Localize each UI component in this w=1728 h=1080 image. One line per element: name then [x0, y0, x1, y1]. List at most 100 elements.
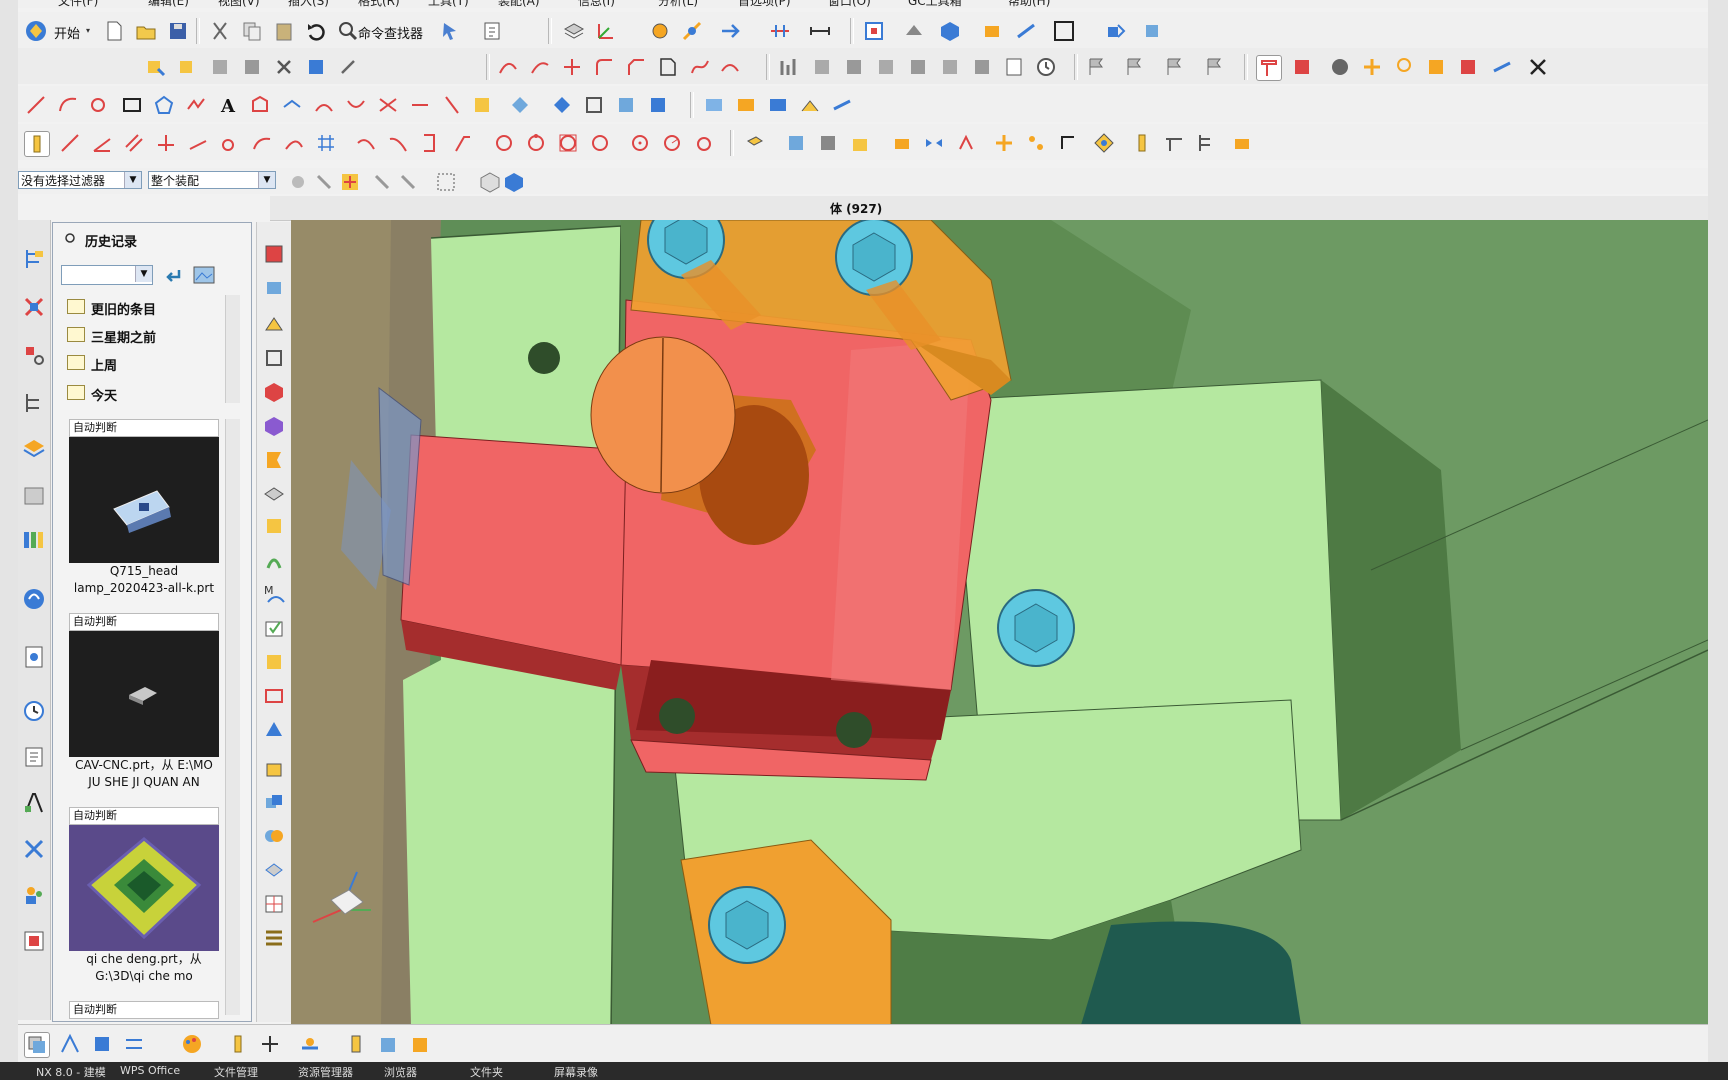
rectangle-select-icon[interactable] — [434, 170, 455, 191]
shaded-view-icon[interactable] — [938, 19, 962, 43]
view-cube-icon[interactable] — [478, 170, 500, 193]
return-icon[interactable] — [163, 265, 185, 287]
chevron-down-icon[interactable]: ▼ — [135, 266, 152, 282]
history-scrollbar[interactable] — [225, 419, 240, 1015]
folder-today[interactable]: 今天 — [63, 381, 223, 405]
component-icon[interactable] — [1140, 19, 1164, 43]
gear-icon[interactable] — [1092, 131, 1116, 155]
tree-icon[interactable] — [1194, 131, 1218, 155]
menu-file[interactable]: 文件(F) — [58, 0, 98, 8]
history-card[interactable]: 自动判断 qi che deng.prt，从 G:\3D\qi che mo — [69, 807, 219, 985]
through-curves-icon[interactable] — [766, 93, 790, 117]
command-finder-button[interactable]: 命令查找器 — [358, 23, 423, 42]
analysis-4-icon[interactable] — [874, 55, 898, 79]
arc-end-icon[interactable] — [386, 131, 410, 155]
arc-start-icon[interactable] — [354, 131, 378, 155]
render-style-icon[interactable] — [902, 19, 926, 43]
menu-window[interactable]: 窗口(O) — [828, 0, 871, 8]
curve-length-icon[interactable] — [646, 93, 670, 117]
palette-icon[interactable] — [21, 526, 47, 552]
intersect-icon[interactable] — [408, 93, 432, 117]
graphics-viewport[interactable] — [291, 220, 1708, 1025]
folder-three-weeks-ago[interactable]: 三星期之前 — [63, 323, 223, 347]
law-extension-icon[interactable] — [830, 93, 854, 117]
start-icon[interactable] — [24, 19, 48, 43]
system-scenes-icon[interactable] — [21, 928, 47, 954]
manufacturing-wizard-icon[interactable] — [21, 836, 47, 862]
constraint-icon[interactable] — [1130, 131, 1154, 155]
layers-2-icon[interactable] — [262, 482, 286, 506]
suppress-icon[interactable] — [304, 55, 328, 79]
flag-2-icon[interactable] — [1122, 55, 1146, 79]
corner-icon[interactable] — [450, 131, 474, 155]
sheet-body-icon[interactable] — [24, 1032, 50, 1058]
block-icon[interactable] — [262, 242, 286, 266]
mesh-surface-icon[interactable] — [734, 93, 758, 117]
line-2-icon[interactable] — [58, 131, 82, 155]
menu-tools[interactable]: 工具(T) — [428, 0, 469, 8]
analysis-3-icon[interactable] — [842, 55, 866, 79]
wave-icon[interactable] — [1490, 55, 1514, 79]
assembly-2-icon[interactable] — [1290, 55, 1314, 79]
layer-icon[interactable] — [562, 19, 586, 43]
add-component-icon[interactable] — [1360, 55, 1384, 79]
red-block-icon[interactable] — [262, 380, 286, 404]
arc-3-icon[interactable] — [282, 131, 306, 155]
project-icon[interactable] — [280, 93, 304, 117]
check-icon[interactable] — [262, 616, 286, 640]
info-tool-icon[interactable] — [480, 19, 504, 43]
pad-icon[interactable] — [890, 131, 914, 155]
history-filter-combo[interactable]: ▼ — [61, 265, 153, 285]
solid-body-icon[interactable] — [502, 170, 523, 192]
text-icon[interactable]: A — [216, 93, 240, 117]
cylinder-icon[interactable] — [262, 276, 286, 300]
history-tree-icon[interactable] — [21, 390, 47, 416]
rectangle-icon[interactable] — [120, 93, 144, 117]
circle-2-icon[interactable] — [492, 131, 516, 155]
extract-icon[interactable] — [470, 93, 494, 117]
shell-icon[interactable] — [262, 684, 286, 708]
assembly-navigator-icon[interactable] — [21, 294, 47, 320]
view-orient-icon[interactable] — [718, 19, 742, 43]
view-mode-icon[interactable] — [193, 265, 219, 287]
trim-body-icon[interactable] — [262, 756, 286, 780]
scope-combo[interactable]: 整个装配 ▼ — [148, 171, 276, 189]
measure-icon[interactable] — [768, 19, 792, 43]
roles-icon[interactable] — [21, 882, 47, 908]
dimension-tool-icon[interactable] — [58, 1032, 82, 1056]
studio-spline-icon[interactable] — [184, 93, 208, 117]
start-button[interactable]: 开始 — [54, 23, 80, 42]
selection-filter-combo[interactable]: 没有选择过滤器 ▼ — [18, 171, 142, 189]
mate-icon[interactable] — [1392, 55, 1416, 79]
package-icon[interactable] — [408, 1032, 432, 1056]
history-card[interactable]: 自动判断 Q715_head lamp_2020423-all-k.prt — [69, 419, 219, 597]
shape-icon[interactable] — [1230, 131, 1254, 155]
circle-tangent-2-icon[interactable] — [692, 131, 716, 155]
arc-icon[interactable] — [56, 93, 80, 117]
window-frame-icon[interactable] — [1052, 19, 1076, 43]
plus-icon[interactable] — [258, 1032, 282, 1056]
orange-box-icon[interactable] — [980, 19, 1004, 43]
divide-icon[interactable] — [582, 93, 606, 117]
layers-icon[interactable] — [21, 434, 47, 460]
perpendicular-icon[interactable] — [154, 131, 178, 155]
wcs-icon[interactable] — [594, 19, 618, 43]
swept-icon[interactable] — [798, 93, 822, 117]
subtract-icon[interactable] — [262, 824, 286, 848]
analysis-7-icon[interactable] — [970, 55, 994, 79]
assembly-3-icon[interactable] — [1328, 55, 1352, 79]
extract-body-icon[interactable] — [262, 514, 286, 538]
menu-analysis[interactable]: 分析(L) — [658, 0, 698, 8]
arc-2-icon[interactable] — [250, 131, 274, 155]
chevron-down-icon[interactable]: ▼ — [124, 172, 141, 188]
menu-preferences[interactable]: 首选项(P) — [738, 0, 791, 8]
filter-settings-icon[interactable] — [286, 170, 306, 190]
select-feature-icon[interactable] — [312, 170, 332, 190]
document-icon[interactable] — [21, 644, 47, 670]
mirror-icon[interactable] — [922, 131, 946, 155]
cut-icon[interactable] — [208, 19, 232, 43]
assembly-nav-icon[interactable] — [1256, 55, 1282, 81]
snap-toggle-icon[interactable] — [24, 131, 50, 157]
cone-icon[interactable] — [262, 312, 286, 336]
circle-icon[interactable] — [88, 93, 112, 117]
